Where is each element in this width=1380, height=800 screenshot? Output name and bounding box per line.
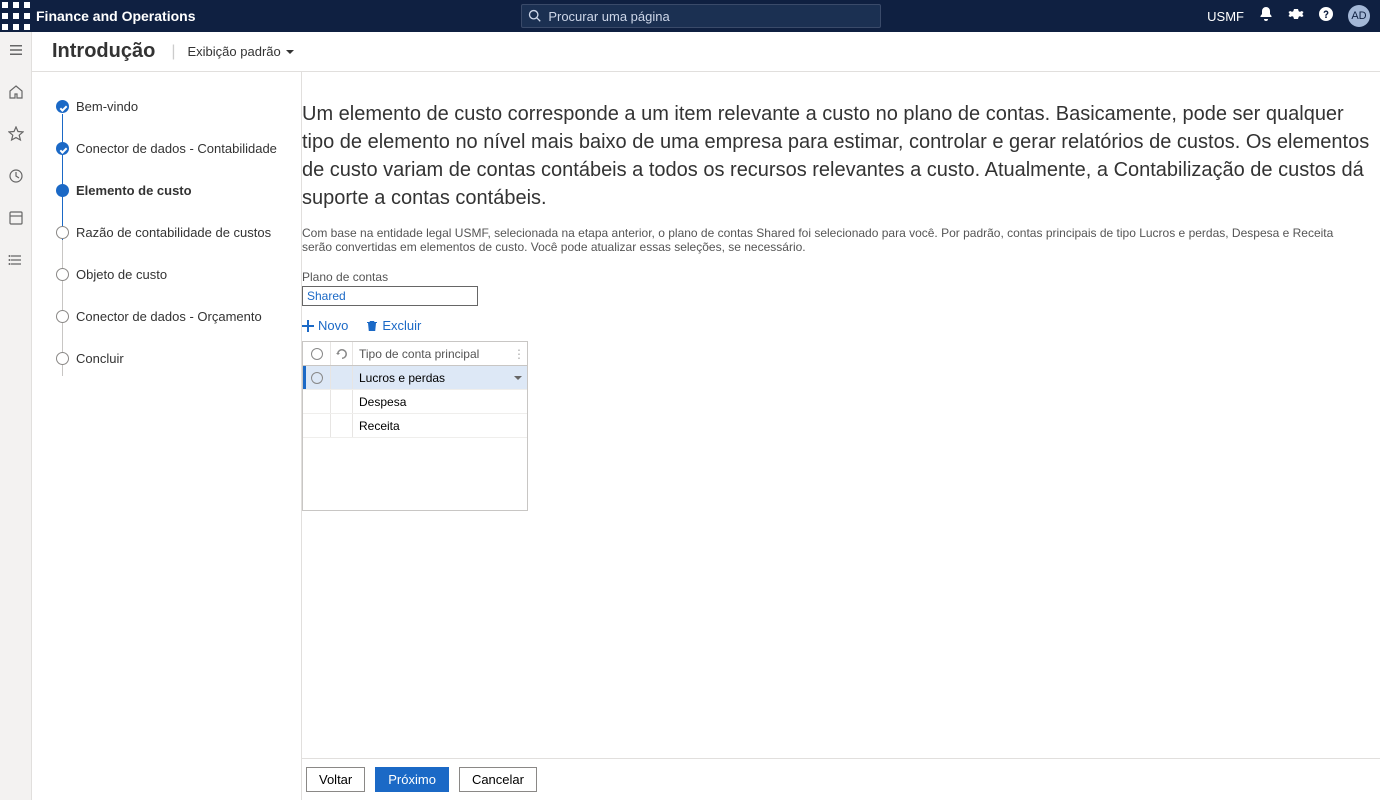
search-icon — [528, 9, 542, 23]
wizard-step-marker — [56, 226, 69, 239]
grid-row[interactable]: Despesa — [303, 390, 527, 414]
new-row-label: Novo — [318, 318, 348, 333]
wizard-step-label: Objeto de custo — [76, 266, 167, 282]
delete-row-label: Excluir — [382, 318, 421, 333]
trash-icon — [366, 320, 378, 332]
wizard-step-label: Conector de dados - Contabilidade — [76, 140, 277, 156]
wizard-step-marker — [56, 100, 69, 113]
nav-expand-icon[interactable] — [2, 36, 30, 64]
view-picker-label: Exibição padrão — [188, 44, 281, 59]
app-title: Finance and Operations — [36, 8, 195, 24]
grid-cell-value: Receita — [353, 419, 527, 433]
chart-of-accounts-input[interactable] — [302, 286, 478, 306]
next-button[interactable]: Próximo — [375, 767, 449, 792]
wizard-step-0[interactable]: Bem-vindo — [56, 98, 285, 140]
select-all-radio[interactable] — [311, 348, 323, 360]
chevron-down-icon — [285, 47, 295, 57]
wizard-step-6[interactable]: Concluir — [56, 350, 285, 392]
page-title: Introdução — [52, 40, 155, 63]
wizard-step-marker — [56, 268, 69, 281]
search-placeholder: Procurar uma página — [548, 9, 669, 24]
user-avatar[interactable]: AD — [1348, 5, 1370, 27]
wizard-step-4[interactable]: Objeto de custo — [56, 266, 285, 308]
wizard-step-marker — [56, 310, 69, 323]
cancel-button[interactable]: Cancelar — [459, 767, 537, 792]
grid-cell-value: Despesa — [353, 395, 527, 409]
wizard-step-3[interactable]: Razão de contabilidade de custos — [56, 224, 285, 266]
new-row-button[interactable]: Novo — [302, 318, 348, 333]
home-icon[interactable] — [2, 78, 30, 106]
grid-cell-value: Lucros e perdas — [353, 371, 509, 385]
wizard-step-label: Concluir — [76, 350, 124, 366]
workspaces-icon[interactable] — [2, 204, 30, 232]
wizard-nav: Bem-vindo Conector de dados - Contabilida… — [32, 72, 302, 800]
favorites-icon[interactable] — [2, 120, 30, 148]
help-icon[interactable] — [1318, 6, 1334, 27]
view-picker[interactable]: Exibição padrão — [188, 44, 295, 59]
environment-label[interactable]: USMF — [1207, 9, 1244, 24]
wizard-step-2[interactable]: Elemento de custo — [56, 182, 285, 224]
back-button[interactable]: Voltar — [306, 767, 365, 792]
notifications-icon[interactable] — [1258, 6, 1274, 27]
wizard-step-label: Bem-vindo — [76, 98, 138, 114]
wizard-step-marker — [56, 184, 69, 197]
wizard-step-1[interactable]: Conector de dados - Contabilidade — [56, 140, 285, 182]
wizard-step-marker — [56, 142, 69, 155]
app-launcher-icon[interactable] — [0, 0, 32, 32]
wizard-step-marker — [56, 352, 69, 365]
grid-header-label[interactable]: Tipo de conta principal — [353, 347, 513, 361]
settings-icon[interactable] — [1288, 6, 1304, 27]
recent-icon[interactable] — [2, 162, 30, 190]
row-radio[interactable] — [311, 372, 323, 384]
chart-of-accounts-label: Plano de contas — [302, 270, 1380, 284]
delete-row-button[interactable]: Excluir — [366, 318, 421, 333]
wizard-step-label: Razão de contabilidade de custos — [76, 224, 271, 240]
grid-header-menu-icon[interactable]: ⋮ — [513, 347, 527, 361]
global-search[interactable]: Procurar uma página — [521, 4, 881, 28]
wizard-step-label: Conector de dados - Orçamento — [76, 308, 262, 324]
wizard-step-label: Elemento de custo — [76, 182, 192, 198]
step-headline: Um elemento de custo corresponde a um it… — [302, 100, 1380, 220]
modules-icon[interactable] — [2, 246, 30, 274]
title-separator: | — [171, 43, 175, 61]
refresh-column-icon[interactable] — [331, 342, 353, 365]
account-types-grid[interactable]: Tipo de conta principal ⋮ Lucros e perda… — [302, 341, 528, 511]
row-dropdown-icon[interactable] — [509, 373, 527, 383]
wizard-step-5[interactable]: Conector de dados - Orçamento — [56, 308, 285, 350]
grid-row[interactable]: Lucros e perdas — [303, 366, 527, 390]
step-subtext: Com base na entidade legal USMF, selecio… — [302, 226, 1380, 254]
grid-row[interactable]: Receita — [303, 414, 527, 438]
plus-icon — [302, 320, 314, 332]
